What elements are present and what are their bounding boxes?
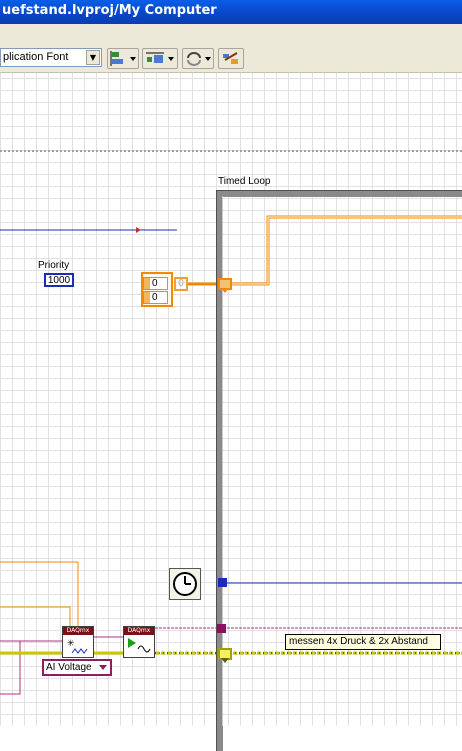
- daqmx-header: DAQmx: [124, 627, 154, 635]
- numeric-constant-2[interactable]: 0: [143, 291, 168, 304]
- timed-loop-inner-edge: [222, 196, 223, 726]
- dropdown-triangle-icon: [221, 288, 229, 293]
- channel-type-ring[interactable]: AI Voltage: [42, 659, 112, 676]
- wire-orange-bottom-2: [0, 606, 71, 628]
- daqmx-start-task[interactable]: DAQmx: [123, 626, 155, 658]
- wire-pink-loop: [0, 641, 21, 695]
- loop-tunnel-blue[interactable]: [218, 578, 227, 587]
- wire-orange-bottom-1: [0, 561, 79, 628]
- timing-source-clock[interactable]: [169, 568, 201, 600]
- loop-tunnel-pink[interactable]: [217, 624, 226, 633]
- create-channel-icon: ✳: [67, 639, 88, 654]
- channel-type-value: AI Voltage: [46, 662, 92, 673]
- loop-tunnel-error[interactable]: [218, 648, 232, 663]
- array-index-display: 0: [174, 277, 188, 291]
- increment-icon: [144, 292, 150, 303]
- timed-loop-label: Timed Loop: [218, 176, 271, 187]
- start-task-icon: [128, 638, 151, 653]
- priority-constant[interactable]: 1000: [44, 273, 74, 287]
- numeric-constant-1[interactable]: 0: [143, 277, 168, 290]
- daqmx-create-channel[interactable]: DAQmx ✳: [62, 626, 94, 658]
- loop-input-node[interactable]: [218, 278, 232, 293]
- daqmx-header: DAQmx: [63, 627, 93, 635]
- clock-icon: [173, 572, 197, 596]
- wire-arrow-icon: [136, 227, 141, 233]
- comment-label: messen 4x Druck & 2x Abstand: [285, 634, 441, 650]
- chevron-down-icon: [99, 665, 107, 670]
- dropdown-triangle-icon: [221, 658, 229, 663]
- timed-loop[interactable]: [216, 190, 462, 751]
- svg-text:✳: ✳: [67, 639, 75, 649]
- increment-icon: [144, 278, 150, 289]
- priority-label: Priority: [38, 260, 70, 271]
